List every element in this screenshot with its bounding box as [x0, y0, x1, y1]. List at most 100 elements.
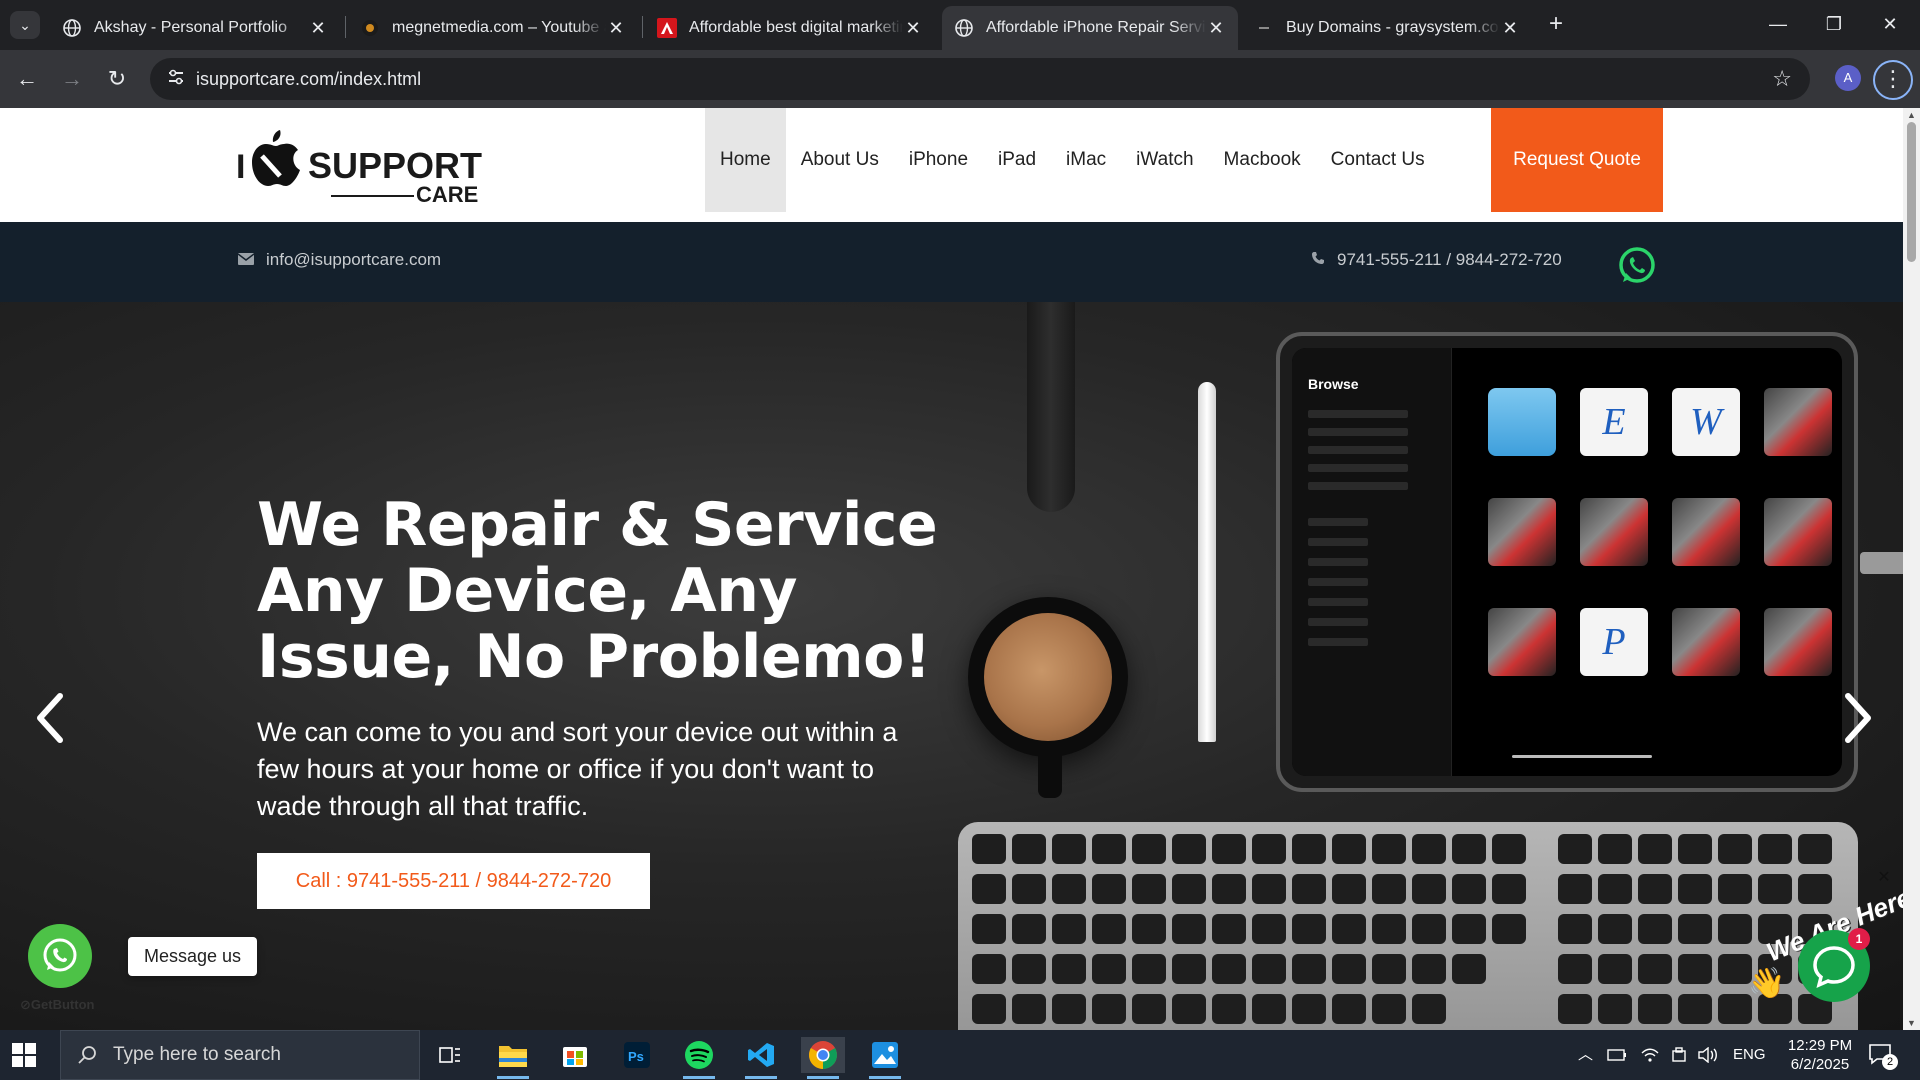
waving-hand-icon: 👋: [1748, 967, 1786, 1000]
envelope-icon: [237, 250, 255, 270]
close-icon[interactable]: ✕: [606, 18, 626, 39]
carousel-prev-arrow-icon[interactable]: [30, 690, 70, 746]
keyboard-key: [972, 954, 1006, 984]
nav-iphone[interactable]: iPhone: [894, 108, 983, 212]
taskbar-search-placeholder: Type here to search: [113, 1044, 281, 1065]
tab-separator: [642, 16, 643, 38]
keyboard-key: [1132, 914, 1166, 944]
keyboard-key: [1598, 954, 1632, 984]
keyboard-key: [1638, 874, 1672, 904]
keyboard-key: [1252, 834, 1286, 864]
show-hidden-icons-icon[interactable]: ︿: [1578, 1030, 1593, 1080]
keyboard-key: [1372, 874, 1406, 904]
page-scrollbar[interactable]: ▲ ▼: [1903, 108, 1920, 1030]
windows-start-icon[interactable]: [12, 1043, 36, 1067]
whatsapp-icon[interactable]: [1617, 246, 1657, 286]
profile-avatar[interactable]: A: [1835, 65, 1861, 91]
tab-search-button[interactable]: ⌄: [10, 11, 40, 39]
wifi-icon[interactable]: [1641, 1030, 1659, 1080]
nav-macbook[interactable]: Macbook: [1209, 108, 1316, 212]
tab-buy-domains[interactable]: Buy Domains - graysystem.com ✕: [1242, 6, 1532, 50]
getbutton-credit[interactable]: ⊘GetButton: [20, 997, 94, 1013]
back-button[interactable]: ←: [10, 62, 44, 96]
site-logo[interactable]: I SUPPORT CARE: [236, 126, 501, 207]
hero-title: We Repair & Service Any Device, Any Issu…: [257, 490, 938, 692]
carousel-next-arrow-icon[interactable]: [1838, 690, 1878, 746]
spotify-icon[interactable]: [677, 1037, 721, 1079]
site-info-icon[interactable]: [164, 67, 188, 91]
chrome-icon[interactable]: [801, 1037, 845, 1079]
task-view-icon[interactable]: [428, 1037, 472, 1073]
hero-subtitle: We can come to you and sort your device …: [257, 717, 898, 821]
phone-contact[interactable]: 9741-555-211 / 9844-272-720: [1311, 250, 1562, 270]
keyboard-key: [1598, 914, 1632, 944]
taskbar-search-box[interactable]: Type here to search: [60, 1030, 420, 1080]
coffee-handle: [1038, 748, 1062, 798]
tab-digital-marketing[interactable]: Affordable best digital marketin ✕: [645, 6, 935, 50]
keyboard-key: [1052, 834, 1086, 864]
taskbar-clock[interactable]: 12:29 PM 6/2/2025: [1772, 1036, 1868, 1074]
battery-icon[interactable]: [1607, 1030, 1627, 1080]
nav-about-us[interactable]: About Us: [786, 108, 894, 212]
close-icon[interactable]: ✕: [308, 18, 328, 39]
nav-home[interactable]: Home: [705, 108, 786, 212]
keyboard-key: [1718, 874, 1752, 904]
new-tab-button[interactable]: +: [1542, 10, 1570, 38]
email-contact[interactable]: info@isupportcare.com: [237, 250, 441, 270]
reload-button[interactable]: ↻: [100, 62, 134, 96]
restore-button[interactable]: ❐: [1806, 0, 1862, 50]
keyboard-key: [1132, 954, 1166, 984]
keyboard-key: [1758, 874, 1792, 904]
minimize-button[interactable]: —: [1750, 0, 1806, 50]
nav-ipad[interactable]: iPad: [983, 108, 1051, 212]
browser-menu-button[interactable]: ⋮: [1873, 60, 1913, 100]
file-explorer-icon[interactable]: [491, 1037, 535, 1079]
keyboard-key: [1718, 834, 1752, 864]
keyboard-key: [1598, 874, 1632, 904]
call-cta-button[interactable]: Call : 9741-555-211 / 9844-272-720: [257, 853, 650, 909]
clock-time: 12:29 PM: [1787, 1037, 1853, 1054]
photos-icon[interactable]: [863, 1037, 907, 1079]
close-icon[interactable]: ✕: [1500, 18, 1520, 39]
tablet-file-thumbnail: E: [1580, 388, 1648, 456]
close-window-button[interactable]: ✕: [1862, 0, 1918, 50]
keyboard-key: [1372, 914, 1406, 944]
nav-iwatch[interactable]: iWatch: [1121, 108, 1208, 212]
request-quote-button[interactable]: Request Quote: [1491, 108, 1663, 212]
message-us-tooltip[interactable]: Message us: [128, 937, 258, 976]
chat-close-icon[interactable]: ✕: [1874, 868, 1894, 888]
close-icon[interactable]: ✕: [1206, 18, 1226, 39]
url-text: isupportcare.com/index.html: [196, 69, 422, 89]
tab-title: Affordable iPhone Repair Servic: [986, 19, 1206, 36]
keyboard-key: [1332, 914, 1366, 944]
nav-contact-us[interactable]: Contact Us: [1316, 108, 1440, 212]
tablet-browse-label: Browse: [1308, 376, 1359, 392]
keyboard-key: [1172, 874, 1206, 904]
input-language[interactable]: ENG: [1733, 1030, 1766, 1080]
close-icon[interactable]: ✕: [903, 18, 923, 39]
scrollbar-thumb[interactable]: [1907, 122, 1916, 262]
notification-center-icon[interactable]: 2: [1868, 1043, 1898, 1070]
microsoft-store-icon[interactable]: [553, 1037, 597, 1073]
forward-button[interactable]: →: [55, 62, 89, 96]
vscode-icon[interactable]: [739, 1037, 783, 1079]
scroll-down-icon[interactable]: ▼: [1903, 1016, 1920, 1030]
address-bar[interactable]: isupportcare.com/index.html ☆: [150, 58, 1810, 100]
chat-unread-badge: 1: [1848, 928, 1870, 950]
tab-portfolio[interactable]: Akshay - Personal Portfolio ✕: [50, 6, 340, 50]
volume-icon[interactable]: [1698, 1030, 1718, 1080]
tab-iphone-repair[interactable]: Affordable iPhone Repair Servic ✕: [942, 6, 1238, 50]
vpn-icon[interactable]: [1671, 1030, 1687, 1080]
keyboard-key: [1412, 834, 1446, 864]
keyboard-key: [1452, 954, 1486, 984]
keyboard-key: [972, 994, 1006, 1024]
tablet-file-thumbnail: [1488, 608, 1556, 676]
tab-megnetmedia[interactable]: megnetmedia.com – Youtube a ✕: [348, 6, 638, 50]
scroll-up-icon[interactable]: ▲: [1903, 108, 1920, 122]
whatsapp-float-button[interactable]: [28, 924, 92, 988]
keyboard-key: [972, 914, 1006, 944]
photoshop-icon[interactable]: Ps: [615, 1037, 659, 1073]
nav-imac[interactable]: iMac: [1051, 108, 1121, 212]
keyboard-key: [1452, 834, 1486, 864]
bookmark-star-icon[interactable]: ☆: [1772, 66, 1792, 92]
